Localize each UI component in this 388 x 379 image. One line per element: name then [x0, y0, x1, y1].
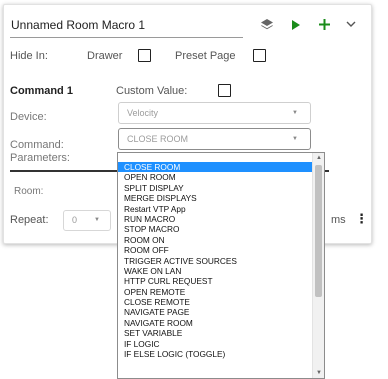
- caret-down-icon: ▼: [94, 217, 100, 223]
- play-icon[interactable]: [291, 19, 301, 31]
- dropdown-options: CLOSE ROOM OPEN ROOM SPLIT DISPLAY MERGE DI…: [118, 162, 313, 359]
- dropdown-option[interactable]: STOP MACRO: [118, 224, 313, 234]
- dropdown-option[interactable]: IF LOGIC: [118, 339, 313, 349]
- command-dropdown-list[interactable]: CLOSE ROOM OPEN ROOM SPLIT DISPLAY MERGE DI…: [117, 152, 325, 379]
- scrollbar-thumb[interactable]: [315, 165, 322, 297]
- chevron-down-icon[interactable]: [346, 21, 356, 28]
- hide-in-label: Hide In:: [10, 50, 48, 62]
- dropdown-option[interactable]: TRIGGER ACTIVE SOURCES: [118, 256, 313, 266]
- scroll-up-icon[interactable]: ▲: [316, 155, 322, 161]
- layers-icon[interactable]: [260, 18, 274, 32]
- device-value: Velocity: [127, 108, 159, 118]
- dropdown-option[interactable]: SPLIT DISPLAY: [118, 183, 313, 193]
- preset-page-checkbox[interactable]: [253, 49, 266, 62]
- macro-title[interactable]: Unnamed Room Macro 1: [11, 18, 145, 32]
- dropdown-option[interactable]: CLOSE ROOM: [118, 162, 313, 173]
- command-value: CLOSE ROOM: [127, 134, 189, 144]
- device-select[interactable]: Velocity ▼: [118, 102, 311, 124]
- caret-down-icon: ▼: [292, 136, 298, 142]
- dropdown-option[interactable]: IF ELSE LOGIC (TOGGLE): [118, 349, 313, 359]
- scroll-down-icon[interactable]: ▼: [316, 370, 322, 376]
- dropdown-option[interactable]: OPEN ROOM: [118, 172, 313, 182]
- repeat-label: Repeat:: [10, 214, 49, 226]
- command-heading: Command 1: [10, 85, 73, 97]
- custom-value-label: Custom Value:: [116, 85, 188, 97]
- drawer-checkbox[interactable]: [138, 49, 151, 62]
- dropdown-option[interactable]: CLOSE REMOTE: [118, 297, 313, 307]
- device-label: Device:: [10, 111, 47, 123]
- dropdown-option[interactable]: ROOM OFF: [118, 245, 313, 255]
- dropdown-option[interactable]: MERGE DISPLAYS: [118, 193, 313, 203]
- dropdown-option[interactable]: ROOM ON: [118, 235, 313, 245]
- dropdown-option[interactable]: HTTP CURL REQUEST: [118, 276, 313, 286]
- ms-label: ms: [331, 214, 346, 226]
- command-label: Command:: [10, 139, 64, 151]
- kebab-menu-icon[interactable]: ⋮: [355, 212, 368, 225]
- dropdown-option[interactable]: NAVIGATE ROOM: [118, 318, 313, 328]
- dropdown-option[interactable]: WAKE ON LAN: [118, 266, 313, 276]
- preset-page-label: Preset Page: [175, 50, 236, 62]
- dropdown-option[interactable]: OPEN REMOTE: [118, 287, 313, 297]
- dropdown-scrollbar[interactable]: ▲ ▼: [312, 153, 324, 378]
- title-underline: [10, 37, 243, 38]
- command-select[interactable]: CLOSE ROOM ▼: [118, 128, 311, 150]
- dropdown-option[interactable]: Restart VTP App: [118, 204, 313, 214]
- caret-down-icon: ▼: [292, 110, 298, 116]
- repeat-select[interactable]: 0 ▼: [63, 210, 111, 231]
- repeat-value: 0: [72, 215, 78, 225]
- room-label: Room:: [14, 186, 44, 197]
- dropdown-option[interactable]: NAVIGATE PAGE: [118, 307, 313, 317]
- dropdown-option[interactable]: SET VARIABLE: [118, 328, 313, 338]
- drawer-label: Drawer: [87, 50, 123, 62]
- custom-value-checkbox[interactable]: [218, 84, 231, 97]
- parameters-label: Parameters:: [10, 152, 70, 164]
- dropdown-option[interactable]: RUN MACRO: [118, 214, 313, 224]
- plus-icon[interactable]: [318, 18, 331, 31]
